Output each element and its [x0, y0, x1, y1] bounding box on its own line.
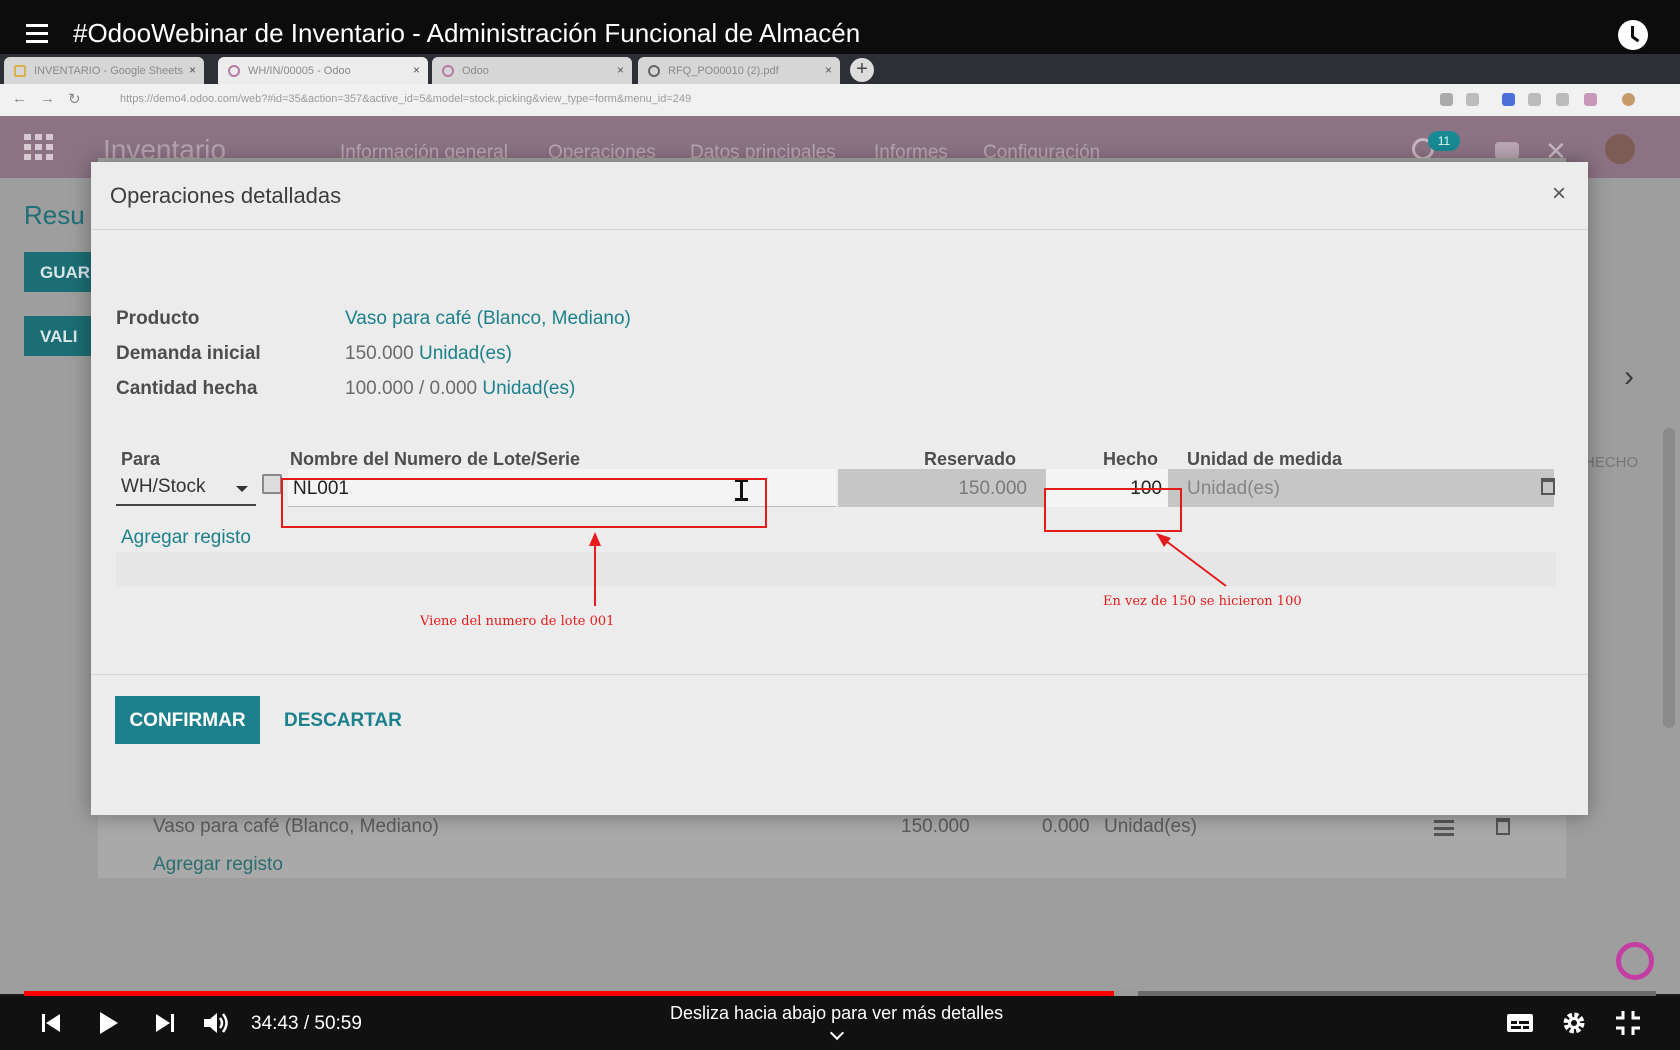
url-field[interactable]: https://demo4.odoo.com/web?#id=35&action… — [120, 89, 1420, 111]
column-header-hecho: HECHO — [1584, 454, 1639, 471]
exit-fullscreen-icon[interactable] — [1614, 1010, 1642, 1036]
validate-button[interactable]: VALI — [24, 316, 94, 356]
empty-table-row — [116, 552, 1556, 586]
chat-icon[interactable] — [1495, 142, 1519, 159]
player-controls: 34:43 / 50:59 Desliza hacia abajo para v… — [0, 996, 1680, 1050]
watch-later-icon[interactable] — [1618, 20, 1648, 50]
scrollbar[interactable] — [1663, 428, 1675, 728]
play-icon[interactable] — [94, 1010, 122, 1036]
tab-close-icon[interactable]: × — [189, 63, 196, 77]
avatar[interactable] — [1605, 134, 1635, 164]
subtitles-icon[interactable] — [1506, 1010, 1534, 1036]
lot-annotation: Viene del numero de lote 001 — [420, 614, 615, 629]
tab-label: Odoo — [462, 65, 489, 77]
dialog-footer — [91, 674, 1588, 815]
trash-icon[interactable] — [1496, 818, 1510, 835]
uom-cell[interactable]: Unidad(es) — [1187, 478, 1280, 500]
detailed-operations-icon[interactable] — [1434, 820, 1454, 836]
location-select[interactable]: WH/Stock — [116, 470, 256, 506]
next-icon[interactable] — [150, 1010, 178, 1036]
move-line-demand: 150.000 — [901, 816, 970, 837]
tab-label: WH/IN/00005 - Odoo — [248, 65, 351, 77]
demand-label: Demanda inicial — [116, 343, 261, 364]
browser-tab-active[interactable]: WH/IN/00005 - Odoo × — [218, 57, 428, 84]
done-highlight-box — [1044, 488, 1182, 532]
apps-menu-icon[interactable] — [24, 134, 54, 160]
dialog-title: Operaciones detalladas — [110, 183, 342, 208]
extension-icon[interactable] — [1556, 93, 1569, 106]
done-qty: 100.000 — [345, 378, 414, 399]
done-qty-label: Cantidad hecha — [116, 378, 258, 399]
trash-icon[interactable] — [1541, 478, 1555, 495]
done-annotation: En vez de 150 se hicieron 100 — [1103, 594, 1302, 609]
tab-close-icon[interactable]: × — [413, 63, 420, 77]
product-label: Producto — [116, 308, 200, 329]
move-line-unit: Unidad(es) — [1104, 816, 1197, 837]
youtube-player: #OdooWebinar de Inventario - Administrac… — [0, 0, 1680, 1050]
tab-close-icon[interactable]: × — [825, 63, 832, 77]
reserved-qty: 0.000 — [429, 378, 478, 399]
more-details-hint[interactable]: Desliza hacia abajo para ver más detalle… — [670, 1003, 1003, 1024]
chevron-down-icon — [236, 486, 248, 492]
tab-label: INVENTARIO - Google Sheets — [34, 65, 183, 77]
column-header-done[interactable]: Hecho — [1103, 449, 1158, 470]
time-display: 34:43 / 50:59 — [251, 1013, 362, 1034]
forward-icon[interactable]: → — [40, 90, 55, 107]
browser-tab[interactable]: INVENTARIO - Google Sheets × — [4, 57, 204, 84]
address-bar: ← → ↻ https://demo4.odoo.com/web?#id=35&… — [0, 84, 1680, 116]
previous-icon[interactable] — [38, 1010, 66, 1036]
save-button[interactable]: GUAR — [24, 252, 94, 292]
reload-icon[interactable]: ↻ — [68, 90, 81, 108]
external-link-icon[interactable] — [262, 474, 282, 494]
back-icon[interactable]: ← — [12, 90, 27, 107]
confirm-button[interactable]: CONFIRMAR — [115, 696, 260, 744]
extension-icon[interactable] — [1502, 93, 1515, 106]
playlist-icon[interactable] — [26, 24, 52, 44]
bookmark-star-icon[interactable] — [1466, 93, 1479, 106]
dialog-header: Operaciones detalladas × — [91, 162, 1588, 230]
move-line-product: Vaso para café (Blanco, Mediano) — [153, 816, 439, 837]
column-header-reserved[interactable]: Reservado — [924, 449, 1016, 470]
done-unit-link[interactable]: Unidad(es) — [482, 378, 575, 399]
discard-button[interactable]: DESCARTAR — [284, 710, 402, 732]
extension-icon[interactable] — [1584, 93, 1597, 106]
reserved-cell: 150.000 — [958, 478, 1027, 499]
tab-close-icon[interactable]: × — [617, 63, 624, 77]
recording-indicator-icon — [1616, 942, 1654, 980]
move-line-done: 0.000 — [1042, 816, 1090, 837]
demand-unit-link[interactable]: Unidad(es) — [419, 343, 512, 364]
breadcrumb[interactable]: Resu — [24, 200, 85, 231]
location-select-value: WH/Stock — [121, 476, 206, 497]
activity-count-badge: 11 — [1428, 131, 1460, 151]
add-line-link[interactable]: Agregar registo — [153, 854, 283, 876]
video-title: #OdooWebinar de Inventario - Administrac… — [73, 18, 861, 48]
chevron-down-icon[interactable] — [829, 1025, 845, 1041]
column-header-uom[interactable]: Unidad de medida — [1187, 449, 1342, 470]
new-tab-button[interactable]: + — [850, 58, 874, 82]
volume-icon[interactable] — [202, 1010, 230, 1036]
settings-gear-icon[interactable] — [1560, 1010, 1588, 1036]
column-header-lot[interactable]: Nombre del Numero de Lote/Serie — [290, 449, 580, 470]
demand-value: 150.000 Unidad(es) — [345, 343, 512, 365]
product-link[interactable]: Vaso para café (Blanco, Mediano) — [345, 308, 631, 329]
video-frame[interactable]: INVENTARIO - Google Sheets × WH/IN/00005 … — [0, 54, 1680, 994]
chevron-right-icon[interactable]: › — [1624, 360, 1634, 394]
demand-qty: 150.000 — [345, 343, 414, 364]
extension-icon[interactable] — [1528, 93, 1541, 106]
browser-tab[interactable]: RFQ_PO00010 (2).pdf × — [638, 57, 840, 84]
add-line-link[interactable]: Agregar registo — [121, 527, 251, 549]
product-value: Vaso para café (Blanco, Mediano) — [345, 308, 631, 330]
browser-tab-bar: INVENTARIO - Google Sheets × WH/IN/00005 … — [0, 54, 1680, 84]
browser-tab[interactable]: Odoo × — [432, 57, 632, 84]
done-qty-value: 100.000 / 0.000 Unidad(es) — [345, 378, 575, 400]
profile-icon[interactable] — [1622, 93, 1635, 106]
zoom-icon[interactable] — [1440, 93, 1453, 106]
column-header-para[interactable]: Para — [121, 449, 160, 470]
lot-highlight-box — [281, 478, 767, 528]
qty-separator: / — [418, 378, 425, 399]
player-title-bar: #OdooWebinar de Inventario - Administrac… — [0, 0, 1680, 54]
tab-label: RFQ_PO00010 (2).pdf — [668, 65, 779, 77]
close-icon[interactable]: × — [1552, 180, 1566, 208]
